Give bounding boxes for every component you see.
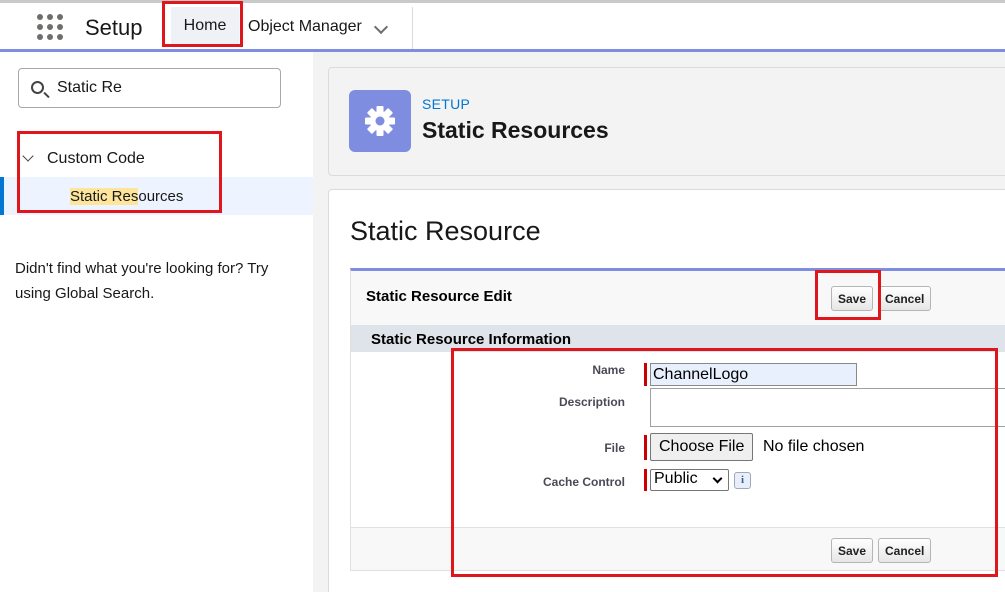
page-header: SETUP Static Resources (328, 67, 1005, 176)
resource-form: Name Description File Choose File No fil… (351, 352, 1005, 528)
tab-home[interactable]: Home (171, 7, 239, 47)
search-icon (31, 81, 44, 94)
file-status: No file chosen (763, 438, 865, 455)
app-launcher-icon[interactable] (36, 13, 64, 41)
cancel-button-top[interactable]: Cancel (878, 286, 932, 311)
section-header: Static Resource Information (351, 325, 1005, 352)
chevron-down-icon (712, 473, 723, 484)
save-button-bottom[interactable]: Save (831, 538, 874, 563)
page-title: Static Resource (350, 216, 541, 246)
save-button-top[interactable]: Save (831, 286, 874, 311)
tab-object-manager-label: Object Manager (248, 18, 362, 35)
description-field[interactable] (650, 388, 1005, 427)
tree-item-static-resources[interactable]: Static Resources (0, 177, 313, 215)
page-header-eyebrow: SETUP (422, 96, 471, 112)
required-indicator (644, 363, 647, 386)
edit-block: Static Resource Edit Save Cancel Static … (350, 268, 1005, 571)
required-indicator (644, 469, 647, 491)
cache-control-value: Public (654, 470, 698, 487)
chevron-down-icon[interactable] (373, 19, 389, 35)
main-card: Static Resource Static Resource Edit Sav… (328, 189, 1005, 592)
choose-file-button[interactable]: Choose File (650, 433, 754, 461)
cache-control-label: Cache Control (542, 475, 625, 489)
cancel-button-bottom[interactable]: Cancel (878, 538, 932, 563)
name-label: Name (592, 363, 625, 377)
tree-item-label-rest: ources (138, 188, 184, 205)
name-field[interactable] (650, 363, 857, 386)
page-header-title: Static Resources (422, 117, 609, 143)
app-name: Setup (85, 15, 143, 40)
setup-sidebar: Custom Code Static Resources Didn't find… (0, 52, 313, 592)
description-label: Description (558, 395, 625, 409)
setup-content: SETUP Static Resources Static Resource S… (313, 52, 1005, 592)
section-title: Static Resource Information (371, 331, 572, 348)
file-label: File (604, 441, 625, 455)
tree-item-custom-code[interactable]: Custom Code (22, 148, 212, 172)
tree-item-label: Static Resources (70, 188, 183, 205)
cache-control-select[interactable]: Public (650, 469, 729, 491)
global-search-help: Didn't find what you're looking for? Try… (15, 260, 269, 302)
chevron-down-icon[interactable] (22, 150, 34, 162)
gear-icon (349, 90, 411, 152)
required-indicator (644, 435, 647, 460)
quick-find-input[interactable] (57, 77, 267, 99)
quick-find-search[interactable] (18, 68, 281, 108)
global-header: Setup Home Object Manager (0, 0, 1005, 52)
tree-item-label: Custom Code (47, 150, 145, 167)
tab-object-manager[interactable]: Object Manager (242, 7, 413, 49)
edit-title: Static Resource Edit (366, 288, 512, 305)
info-icon[interactable]: i (734, 472, 751, 489)
search-match-highlight: Static Res (70, 188, 139, 205)
